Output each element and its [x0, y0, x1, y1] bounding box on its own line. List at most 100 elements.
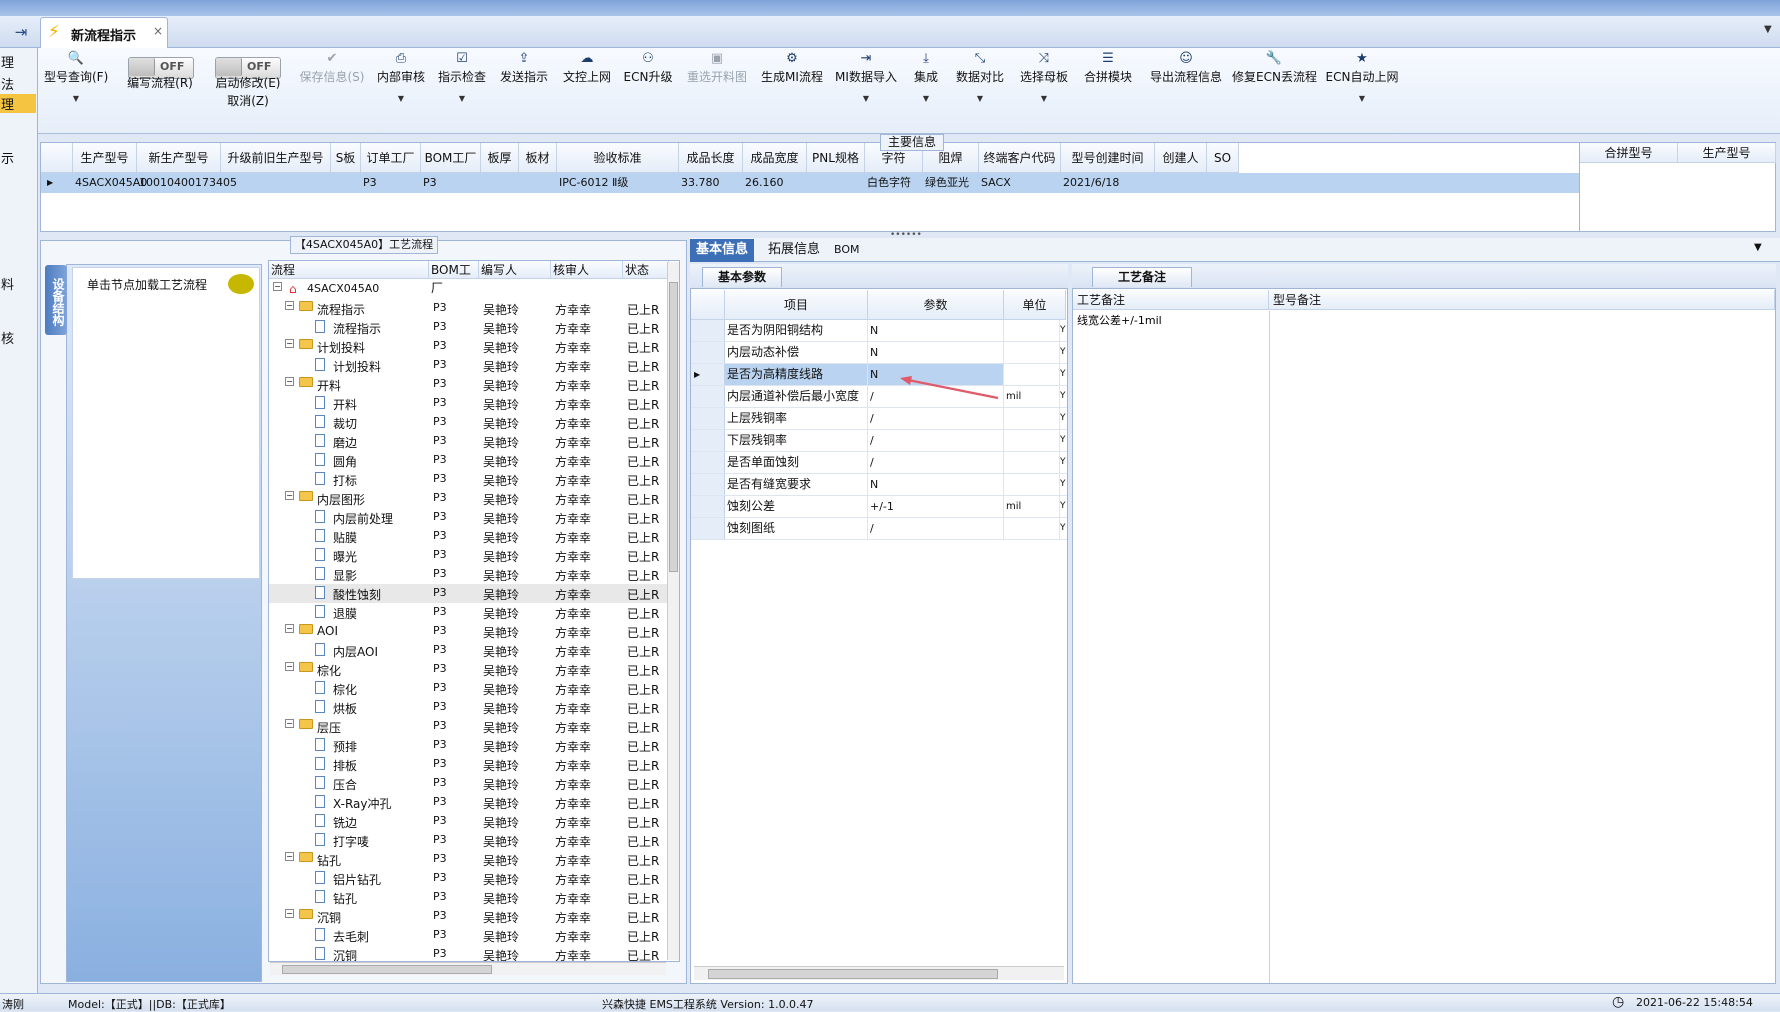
- table-row[interactable]: 下层残铜率 / Y: [691, 430, 1067, 452]
- tree-node[interactable]: 钻孔 P3 吴艳玲 方幸幸 已上R: [269, 888, 669, 907]
- main-col-header[interactable]: 成品宽度: [743, 143, 807, 173]
- model-query-button[interactable]: 🔍 型号查询(F) ▼: [44, 50, 108, 106]
- load-process-box[interactable]: 单击节点加载工艺流程: [72, 267, 260, 579]
- main-col-header[interactable]: 新生产型号: [137, 143, 221, 173]
- integrate-button[interactable]: ⤓ 集成 ▼: [906, 50, 946, 106]
- main-col-header[interactable]: 成品长度: [679, 143, 743, 173]
- tree-col-header[interactable]: 状态: [623, 261, 669, 279]
- tree-node[interactable]: − 沉铜 P3 吴艳玲 方幸幸 已上R: [269, 907, 669, 926]
- main-cell[interactable]: [807, 173, 865, 193]
- main-cell[interactable]: [1207, 173, 1239, 193]
- main-cell[interactable]: [221, 173, 331, 193]
- chevron-down-icon[interactable]: ▼: [832, 92, 900, 106]
- merge-col-header[interactable]: 合拼型号: [1580, 143, 1678, 163]
- data-compare-button[interactable]: ⤡ 数据对比 ▼: [950, 50, 1010, 106]
- tree-node[interactable]: 磨边 P3 吴艳玲 方幸幸 已上R: [269, 432, 669, 451]
- tree-col-header[interactable]: 流程: [269, 261, 429, 279]
- tab-extended-info[interactable]: 拓展信息: [762, 239, 826, 262]
- notes-col-header[interactable]: 型号备注: [1269, 290, 1775, 310]
- left-nav-item[interactable]: 料: [0, 274, 36, 293]
- param-value[interactable]: /: [868, 518, 1004, 539]
- tab-bom[interactable]: BOM: [828, 239, 866, 262]
- tree-node[interactable]: 开料 P3 吴艳玲 方幸幸 已上R: [269, 394, 669, 413]
- chevron-down-icon[interactable]: ▼: [1322, 92, 1402, 106]
- tree-node[interactable]: 内层前处理 P3 吴艳玲 方幸幸 已上R: [269, 508, 669, 527]
- tree-node[interactable]: 棕化 P3 吴艳玲 方幸幸 已上R: [269, 679, 669, 698]
- main-cell[interactable]: 4SACX045A0: [73, 173, 147, 193]
- main-cell[interactable]: [331, 173, 361, 193]
- param-value[interactable]: /: [868, 408, 1004, 429]
- param-value[interactable]: /: [868, 430, 1004, 451]
- tree-node[interactable]: 贴膜 P3 吴艳玲 方幸幸 已上R: [269, 527, 669, 546]
- main-col-header[interactable]: 创建人: [1155, 143, 1207, 173]
- tree-root[interactable]: − ⌂ 4SACX045A0: [269, 280, 669, 299]
- ecn-upgrade-button[interactable]: ⚇ ECN升级: [620, 50, 676, 86]
- main-cell[interactable]: [1155, 173, 1207, 193]
- left-nav-item[interactable]: 法: [0, 74, 36, 93]
- params-col-header[interactable]: 项目: [725, 290, 868, 320]
- table-row[interactable]: 上层残铜率 / Y: [691, 408, 1067, 430]
- params-col-header[interactable]: 单位: [1004, 290, 1066, 320]
- tree-col-header[interactable]: 编写人: [479, 261, 551, 279]
- tree-node[interactable]: 去毛刺 P3 吴艳玲 方幸幸 已上R: [269, 926, 669, 945]
- main-cell[interactable]: 白色字符: [865, 173, 923, 193]
- table-row[interactable]: 蚀刻公差 +/-1 mil Y: [691, 496, 1067, 518]
- ecn-auto-online-button[interactable]: ★ ECN自动上网 ▼: [1322, 50, 1402, 106]
- tree-node[interactable]: − 内层图形 P3 吴艳玲 方幸幸 已上R: [269, 489, 669, 508]
- internal-review-button[interactable]: ⎙ 内部审核 ▼: [373, 50, 429, 106]
- param-unit[interactable]: [1004, 452, 1060, 473]
- collapse-icon[interactable]: −: [285, 301, 294, 310]
- main-col-header[interactable]: 板材: [519, 143, 557, 173]
- save-info-button[interactable]: ✔ 保存信息(S): [296, 50, 368, 86]
- tree-node[interactable]: 酸性蚀刻 P3 吴艳玲 方幸幸 已上R: [269, 584, 669, 603]
- logout-icon[interactable]: ⇥: [6, 20, 36, 44]
- tree-node[interactable]: 曝光 P3 吴艳玲 方幸幸 已上R: [269, 546, 669, 565]
- tab-basic-info[interactable]: 基本信息: [690, 239, 755, 262]
- tree-node[interactable]: − 计划投料 P3 吴艳玲 方幸幸 已上R: [269, 337, 669, 356]
- notes-col-header[interactable]: 工艺备注: [1073, 290, 1269, 310]
- doc-control-online-button[interactable]: ☁ 文控上网: [559, 50, 615, 86]
- tree-col-header[interactable]: BOM工厂: [429, 261, 479, 295]
- chevron-down-icon[interactable]: ▼: [44, 92, 108, 106]
- main-cell[interactable]: 26.160: [743, 173, 807, 193]
- table-row[interactable]: 蚀刻图纸 / Y: [691, 518, 1067, 540]
- param-value[interactable]: N: [868, 320, 1004, 341]
- collapse-icon[interactable]: −: [285, 909, 294, 918]
- tab-new-process[interactable]: ⚡ 新流程指示 ×: [40, 17, 168, 48]
- main-cell[interactable]: P3: [421, 173, 481, 193]
- main-col-header[interactable]: 终端客户代码: [979, 143, 1061, 173]
- param-unit[interactable]: [1004, 342, 1060, 363]
- chevron-down-icon[interactable]: ▼: [950, 92, 1010, 106]
- param-unit[interactable]: [1004, 320, 1060, 341]
- export-process-info-button[interactable]: ☺ 导出流程信息: [1144, 50, 1228, 86]
- table-row[interactable]: 是否为阴阳铜结构 N Y: [691, 320, 1067, 342]
- param-unit[interactable]: mil: [1004, 496, 1060, 517]
- model-note-field[interactable]: [1273, 312, 1769, 972]
- param-unit[interactable]: [1004, 474, 1060, 495]
- param-unit[interactable]: [1004, 408, 1060, 429]
- tree-vertical-scrollbar[interactable]: [667, 262, 679, 960]
- main-cell[interactable]: 33.780: [679, 173, 743, 193]
- main-col-header[interactable]: 验收标准: [557, 143, 679, 173]
- chevron-down-icon[interactable]: ▼: [1764, 24, 1772, 35]
- tree-node[interactable]: 打标 P3 吴艳玲 方幸幸 已上R: [269, 470, 669, 489]
- main-cell[interactable]: [481, 173, 519, 193]
- collapse-icon[interactable]: −: [285, 719, 294, 728]
- table-row[interactable]: 是否单面蚀刻 / Y: [691, 452, 1067, 474]
- table-row[interactable]: 是否有缝宽要求 N Y: [691, 474, 1067, 496]
- table-row[interactable]: 内层动态补偿 N Y: [691, 342, 1067, 364]
- main-col-header[interactable]: 订单工厂: [361, 143, 421, 173]
- tree-node[interactable]: − 棕化 P3 吴艳玲 方幸幸 已上R: [269, 660, 669, 679]
- reselect-cutting-drawing-button[interactable]: ▣ 重选开料图: [682, 50, 752, 86]
- chevron-down-icon[interactable]: ▼: [373, 92, 429, 106]
- chevron-down-icon[interactable]: ▼: [434, 92, 490, 106]
- fix-ecn-lost-process-button[interactable]: 🔧 修复ECN丢流程: [1232, 50, 1317, 86]
- tree-node[interactable]: − 流程指示 P3 吴艳玲 方幸幸 已上R: [269, 299, 669, 318]
- equipment-structure-tab[interactable]: 设备结构: [45, 265, 67, 335]
- main-col-header[interactable]: 升级前旧生产型号: [221, 143, 331, 173]
- generate-mi-process-button[interactable]: ⚙ 生成MI流程: [758, 50, 826, 86]
- tree-node[interactable]: − 层压 P3 吴艳玲 方幸幸 已上R: [269, 717, 669, 736]
- tree-node[interactable]: 沉铜 P3 吴艳玲 方幸幸 已上R: [269, 945, 669, 961]
- left-nav-item[interactable]: 理: [0, 52, 36, 71]
- collapse-icon[interactable]: −: [285, 339, 294, 348]
